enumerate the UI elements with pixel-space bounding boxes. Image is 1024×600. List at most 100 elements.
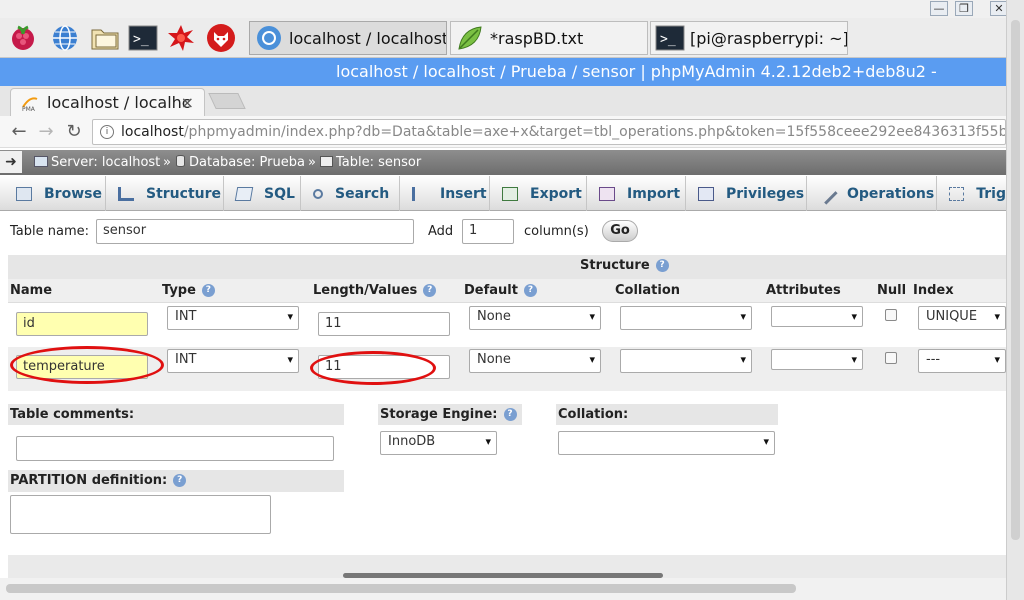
tab-label: Trig [976, 185, 1006, 202]
tab-insert[interactable]: Insert [400, 176, 490, 211]
column-header-row: Name Type? Length/Values? Default? Colla… [8, 279, 1006, 303]
horizontal-scroll-thumb[interactable] [6, 584, 796, 593]
null-checkbox[interactable] [885, 309, 897, 321]
database-icon [176, 155, 185, 167]
forward-button[interactable]: → [35, 121, 57, 143]
math-kernel-icon[interactable] [166, 23, 196, 53]
tab-export[interactable]: Export [490, 176, 587, 211]
structure-label: Structure [580, 258, 650, 273]
add-column-count-input[interactable]: 1 [462, 219, 514, 244]
svg-text:>_: >_ [133, 32, 149, 47]
vertical-scroll-thumb[interactable] [1011, 20, 1020, 540]
attributes-select[interactable] [771, 349, 863, 370]
triggers-icon [949, 186, 965, 201]
minimize-button[interactable]: — [930, 1, 948, 16]
collation-select[interactable] [620, 306, 752, 330]
add-label: Add [428, 224, 454, 239]
tab-label: Import [627, 185, 681, 202]
tab-import[interactable]: Import [587, 176, 686, 211]
address-bar[interactable]: i localhost/phpmyadmin/index.php?db=Data… [92, 119, 1006, 145]
default-select[interactable]: None [469, 306, 601, 330]
tab-browse[interactable]: Browse [0, 176, 106, 211]
horizontal-scrollbar[interactable] [0, 578, 1006, 600]
database-crumb[interactable]: Database: Prueba [176, 150, 305, 175]
tab-label: Structure [146, 185, 222, 202]
site-info-icon[interactable]: i [100, 125, 114, 139]
attributes-select[interactable] [771, 306, 863, 327]
tab-triggers[interactable]: Trig [937, 176, 1006, 211]
tab-privileges[interactable]: Privileges [686, 176, 807, 211]
help-icon[interactable]: ? [503, 408, 517, 421]
export-icon [502, 186, 518, 201]
wolfram-icon[interactable] [206, 23, 236, 53]
table-collation-select[interactable] [558, 431, 775, 455]
tab-label: Search [335, 185, 390, 202]
index-select[interactable]: UNIQUE [918, 306, 1006, 330]
null-checkbox[interactable] [885, 352, 897, 364]
type-select[interactable]: INT [167, 306, 299, 330]
tab-label: Operations [847, 185, 935, 202]
collation-select[interactable] [620, 349, 752, 373]
index-select[interactable]: --- [918, 349, 1006, 373]
file-manager-icon[interactable] [90, 23, 120, 53]
task-chromium[interactable]: localhost / localhost ... [249, 21, 447, 55]
tab-operations[interactable]: Operations [807, 176, 937, 211]
storage-engine-caption: Storage Engine:? [380, 407, 517, 422]
collation-label: Collation: [558, 407, 629, 422]
structure-icon [118, 186, 134, 201]
header-name: Name [10, 283, 53, 298]
column-name-input[interactable]: id [16, 312, 148, 336]
collapse-arrow-icon[interactable]: ➜ [0, 151, 22, 173]
tab-label: Privileges [726, 185, 805, 202]
phpmyadmin-favicon-icon: PMA [21, 94, 39, 113]
pma-tab-bar: Browse Structure SQL Search Insert Expor… [0, 176, 1006, 211]
svg-text:PMA: PMA [22, 106, 36, 112]
vertical-scrollbar[interactable] [1006, 0, 1024, 600]
svg-text:>_: >_ [660, 32, 676, 47]
wrench-icon [816, 182, 838, 205]
tab-search[interactable]: Search [301, 176, 400, 211]
breadcrumb: ➜ Server: localhost » Database: Prueba »… [0, 150, 1006, 175]
default-select[interactable]: None [469, 349, 601, 373]
browser-tab[interactable]: PMA localhost / localhc × [10, 88, 205, 116]
tab-close-icon[interactable]: × [181, 93, 194, 112]
help-icon[interactable]: ? [423, 284, 437, 297]
task-text-editor[interactable]: *raspBD.txt [450, 21, 648, 55]
browser-tab-strip: PMA localhost / localhc × [0, 86, 1006, 116]
privileges-icon [698, 186, 714, 201]
restore-button[interactable]: ❐ [955, 1, 973, 16]
type-select[interactable]: INT [167, 349, 299, 373]
go-button[interactable]: Go [602, 220, 638, 242]
breadcrumb-separator: » [163, 155, 171, 170]
table-crumb[interactable]: Table: sensor [320, 150, 421, 175]
help-icon[interactable]: ? [173, 474, 187, 487]
partition-caption: PARTITION definition:? [10, 473, 187, 488]
window-controls-bar: — ❐ ✕ [0, 0, 1024, 18]
help-icon[interactable]: ? [523, 284, 537, 297]
terminal-icon[interactable]: >_ [128, 23, 158, 53]
partition-textarea[interactable] [10, 495, 271, 534]
tab-structure[interactable]: Structure [106, 176, 224, 211]
help-icon[interactable]: ? [655, 259, 669, 272]
raspberry-menu-icon[interactable] [8, 23, 38, 53]
tab-label: Browse [44, 185, 102, 202]
table-comments-input[interactable] [16, 436, 334, 461]
server-crumb[interactable]: Server: localhost [34, 150, 160, 175]
length-input[interactable]: 11 [318, 312, 450, 336]
text-editor-icon [455, 24, 485, 52]
task-terminal[interactable]: >_ [pi@raspberrypi: ~] [650, 21, 848, 55]
breadcrumb-separator: » [308, 155, 316, 170]
structure-caption-bar: Structure? [8, 255, 1006, 279]
help-icon[interactable]: ? [201, 284, 215, 297]
sql-icon [234, 186, 254, 201]
tab-sql[interactable]: SQL [224, 176, 301, 211]
browser-globe-icon[interactable] [50, 23, 80, 53]
table-name-input[interactable]: sensor [96, 219, 414, 244]
storage-engine-select[interactable]: InnoDB [380, 431, 497, 455]
header-type-label: Type [162, 283, 196, 298]
new-tab-button[interactable] [208, 93, 246, 109]
back-button[interactable]: ← [8, 121, 30, 143]
storage-engine-label: Storage Engine: [380, 407, 498, 422]
server-crumb-label: Server: localhost [51, 155, 161, 170]
reload-button[interactable]: ↻ [63, 121, 85, 143]
